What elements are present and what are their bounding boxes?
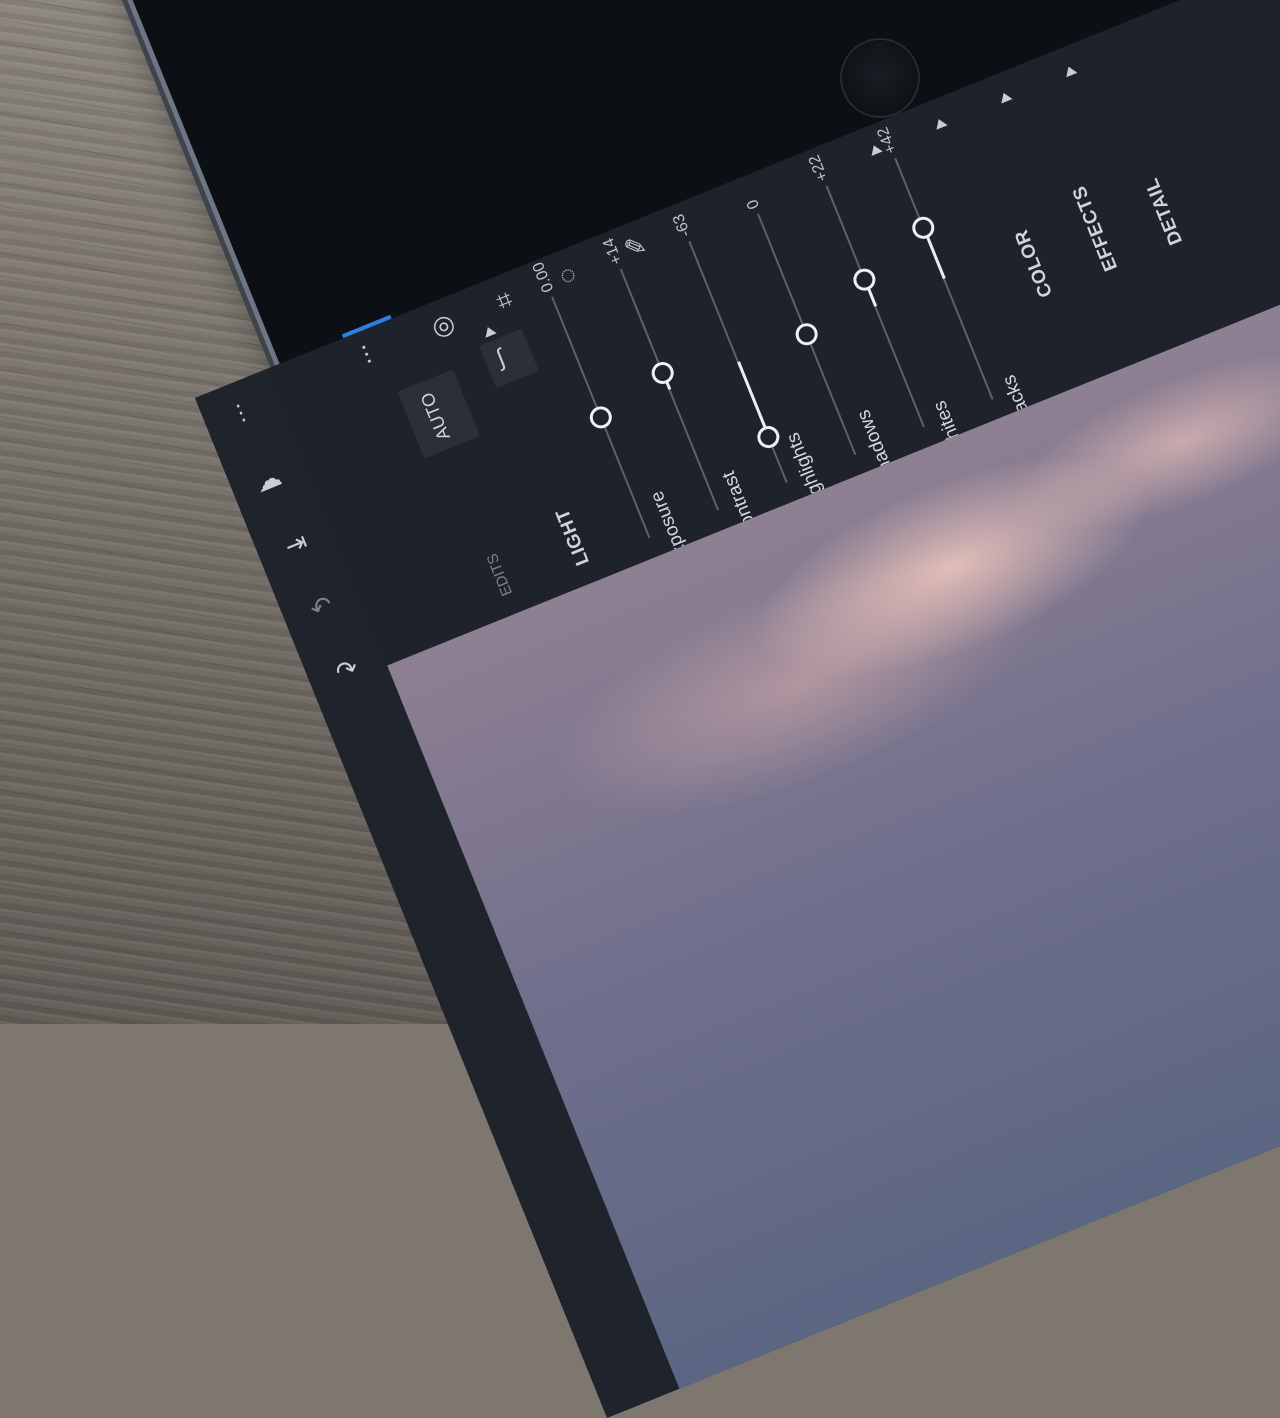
slider-knob[interactable]	[753, 422, 783, 451]
section-toggle-icon[interactable]	[933, 116, 948, 130]
slider-knob[interactable]	[586, 403, 616, 432]
auto-label: AUTO	[416, 389, 454, 444]
slider-track[interactable]	[619, 268, 720, 511]
slider-value: +22	[805, 152, 832, 184]
section-light: LIGHT	[552, 505, 594, 569]
slider-track[interactable]	[825, 185, 925, 428]
section-detail[interactable]: DETAIL	[1141, 174, 1188, 248]
export-icon[interactable]: ⇥	[280, 526, 311, 562]
section-color[interactable]: COLOR	[1011, 226, 1058, 300]
slider-knob[interactable]	[792, 319, 821, 349]
section-effects[interactable]: EFFECTS	[1069, 182, 1123, 274]
crop-icon[interactable]: ⌗	[492, 283, 517, 316]
selective-icon[interactable]: ◌	[555, 258, 581, 292]
sliders-icon[interactable]: ⫶	[358, 340, 375, 370]
triangle-down-icon[interactable]	[482, 324, 497, 338]
slider-knob[interactable]	[648, 358, 677, 388]
section-toggle-icon[interactable]	[998, 90, 1013, 104]
slider-value: 0.00	[529, 259, 558, 295]
slider-value: 0	[744, 196, 764, 212]
curve-icon: ∫	[492, 344, 509, 372]
auto-button[interactable]: AUTO	[397, 369, 480, 459]
slider-knob[interactable]	[909, 213, 938, 243]
more-icon[interactable]: ⋮	[226, 397, 256, 428]
cloud-icon[interactable]: ☁	[250, 461, 285, 499]
undo-icon[interactable]: ↶	[306, 589, 337, 625]
slider-track[interactable]	[894, 157, 994, 400]
color-mix-icon[interactable]: ◎	[427, 307, 459, 343]
redo-icon[interactable]: ↷	[331, 652, 362, 688]
slider-value: -63	[670, 211, 695, 240]
home-button[interactable]	[840, 38, 920, 118]
section-toggle-icon[interactable]	[1062, 64, 1078, 78]
curve-button[interactable]: ∫	[479, 328, 540, 389]
slider-knob[interactable]	[850, 265, 879, 295]
edits-label: EDITS	[483, 550, 516, 599]
